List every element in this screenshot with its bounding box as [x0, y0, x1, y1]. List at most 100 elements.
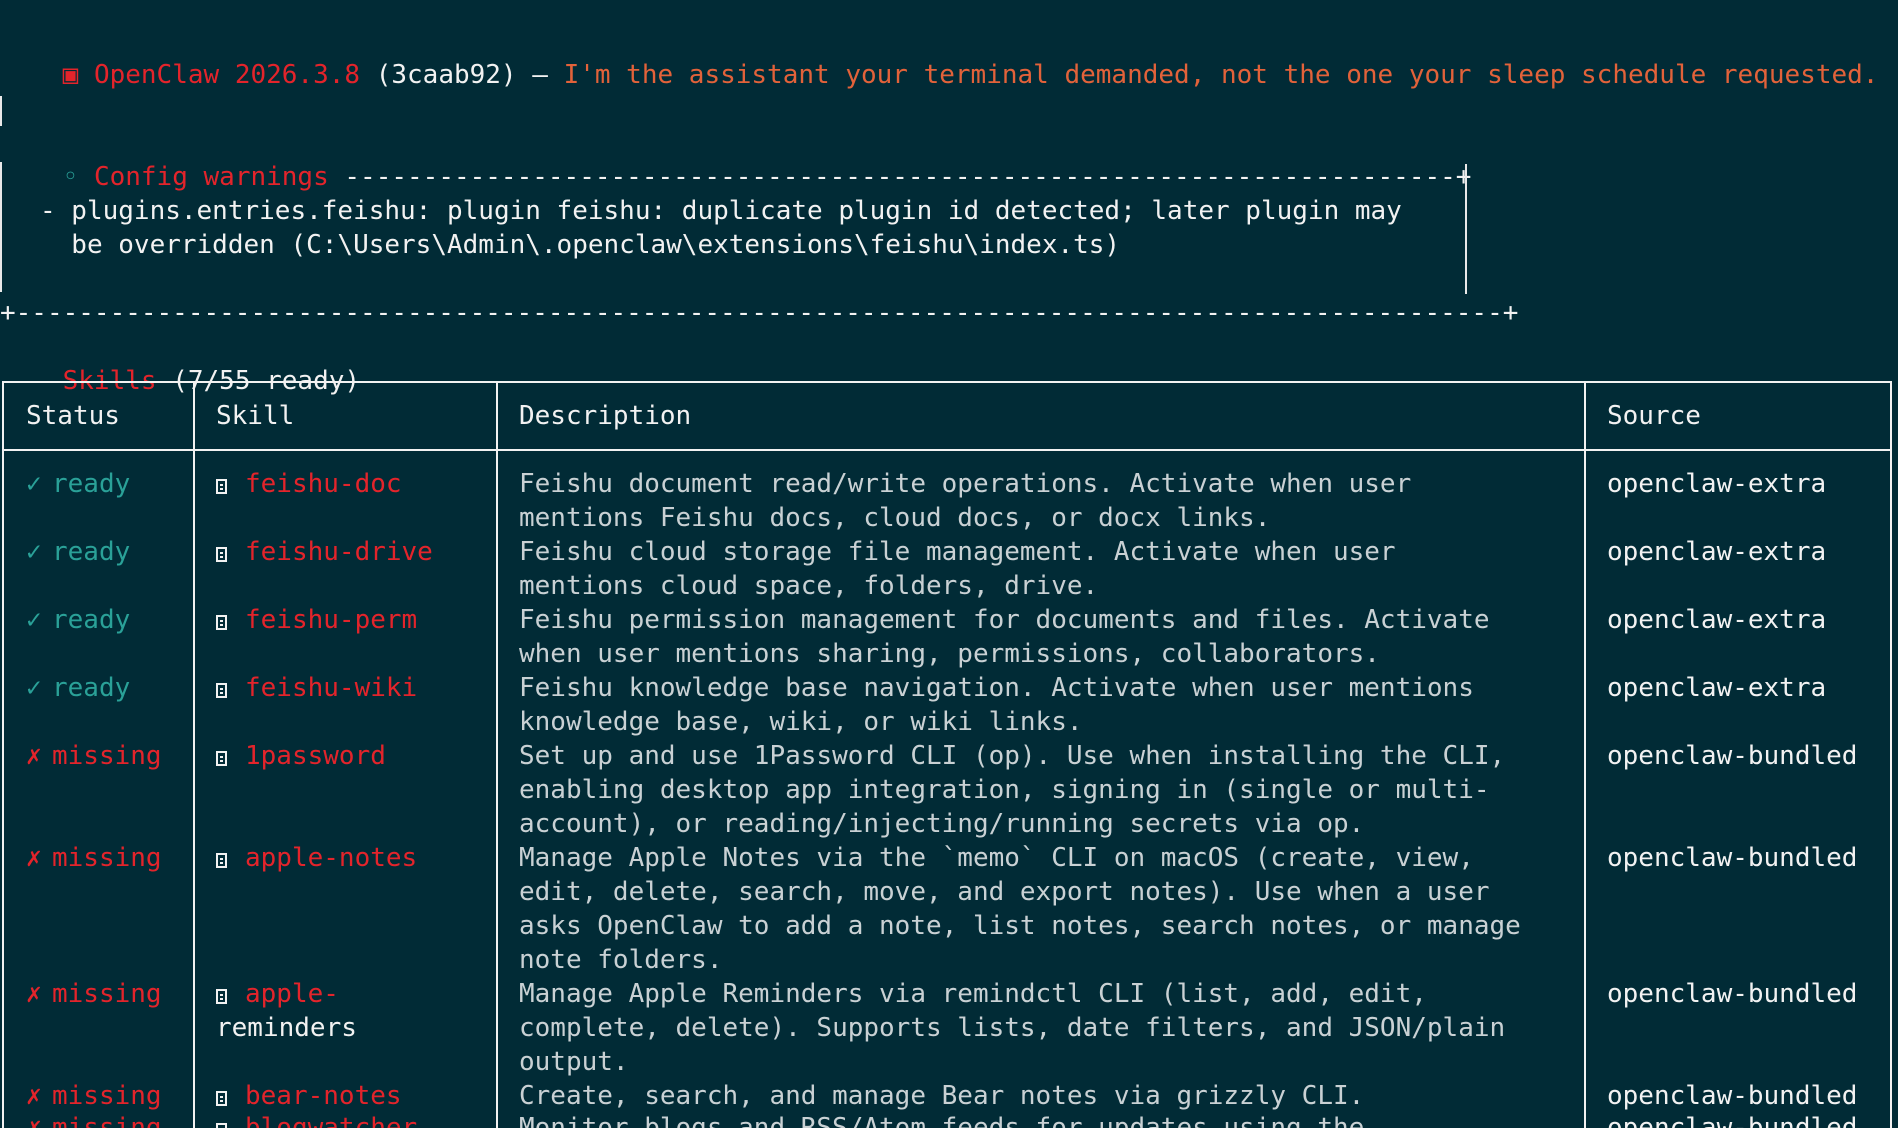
lobster-icon: ▣ [62, 60, 94, 90]
skill-description-line: Manage Apple Notes via the `memo` CLI on… [519, 843, 1474, 873]
check-icon: ✓ [26, 673, 42, 703]
package-icon [216, 853, 227, 868]
table-row-skill[interactable]: bear-notes [216, 1079, 402, 1113]
commit-hash: (3caab92) [375, 60, 517, 90]
check-icon: ✓ [26, 537, 42, 567]
warning-line-1: - plugins.entries.feishu: plugin feishu:… [40, 196, 1402, 226]
cross-icon: ✗ [26, 1081, 42, 1111]
skill-description-line: Feishu cloud storage file management. Ac… [519, 537, 1396, 567]
status-text: missing [52, 1113, 162, 1128]
table-row-skill[interactable]: feishu-wiki [216, 671, 417, 705]
table-row-status: ✗ missing [26, 1079, 162, 1113]
skill-source: openclaw-extra [1607, 605, 1827, 635]
skill-description-line: mentions cloud space, folders, drive. [519, 571, 1099, 601]
skill-source: openclaw-extra [1607, 469, 1827, 499]
skill-name: 1password [245, 741, 386, 771]
banner-line: ▣ OpenClaw 2026.3.8 (3caab92) — I'm the … [0, 24, 1879, 90]
cross-icon: ✗ [26, 979, 42, 1009]
skill-description-line: when user mentions sharing, permissions,… [519, 639, 1380, 669]
terminal-window: ▣ OpenClaw 2026.3.8 (3caab92) — I'm the … [0, 0, 1898, 1128]
table-row-status: ✗ missing [26, 1111, 162, 1128]
banner-dash: — [532, 60, 548, 90]
skill-source: openclaw-bundled [1607, 979, 1858, 1009]
cross-icon: ✗ [26, 1113, 42, 1128]
status-text: ready [52, 673, 131, 703]
table-row-skill[interactable]: feishu-doc [216, 467, 402, 501]
box-right-border [1465, 164, 1467, 294]
column-divider [193, 383, 195, 1128]
skill-description-line: asks OpenClaw to add a note, list notes,… [519, 911, 1521, 941]
column-header-source[interactable]: Source [1607, 399, 1701, 433]
skill-description-line: output. [519, 1047, 629, 1077]
skill-description-line: knowledge base, wiki, or wiki links. [519, 707, 1083, 737]
app-version: OpenClaw 2026.3.8 [93, 60, 361, 90]
check-icon: ✓ [26, 469, 42, 499]
status-text: missing [52, 843, 162, 873]
table-row-skill[interactable]: 1password [216, 739, 386, 773]
skill-name: feishu-wiki [245, 673, 418, 703]
skill-name: apple- [245, 979, 339, 1009]
skill-source: openclaw-extra [1607, 673, 1827, 703]
skill-name-continued: reminders [216, 1013, 357, 1043]
skill-source: openclaw-bundled [1607, 1113, 1858, 1128]
skill-source: openclaw-bundled [1607, 1081, 1858, 1111]
column-divider [1584, 383, 1586, 1128]
table-row-status: ✗ missing [26, 739, 162, 773]
package-icon [216, 547, 227, 562]
skill-name: bear-notes [245, 1081, 402, 1111]
skills-header: Skills (7/55 ready) [0, 330, 360, 396]
skill-description-line: Monitor blogs and RSS/Atom feeds for upd… [519, 1113, 1365, 1128]
skill-description-line: Set up and use 1Password CLI (op). Use w… [519, 741, 1506, 771]
config-warnings-title: Config warnings [93, 162, 329, 192]
package-icon [216, 1123, 227, 1128]
table-row-skill[interactable]: apple- [216, 977, 339, 1011]
skill-source: openclaw-extra [1607, 537, 1827, 567]
status-text: missing [52, 1081, 162, 1111]
table-row-skill[interactable]: feishu-drive [216, 535, 433, 569]
table-row-status: ✓ ready [26, 671, 130, 705]
column-divider [496, 383, 498, 1128]
column-header-description[interactable]: Description [519, 399, 691, 433]
skill-description-line: Manage Apple Reminders via remindctl CLI… [519, 979, 1427, 1009]
skill-description-line: Create, search, and manage Bear notes vi… [519, 1081, 1365, 1111]
check-icon: ✓ [26, 605, 42, 635]
config-warnings-header: ◦ Config warnings ----------------------… [62, 162, 1472, 192]
status-text: missing [52, 979, 162, 1009]
package-icon [216, 683, 227, 698]
status-text: ready [52, 537, 131, 567]
package-icon [216, 479, 227, 494]
package-icon [216, 615, 227, 630]
cross-icon: ✗ [26, 843, 42, 873]
gutter-pipe-2 [0, 162, 2, 292]
package-icon [216, 1091, 227, 1106]
skill-description-line: Feishu permission management for documen… [519, 605, 1490, 635]
status-text: missing [52, 741, 162, 771]
skill-source: openclaw-bundled [1607, 843, 1858, 873]
table-row-status: ✓ ready [26, 535, 130, 569]
skills-table: Status Skill Description Source ✓ ready f… [2, 381, 1892, 1128]
skill-name: feishu-perm [245, 605, 418, 635]
status-text: ready [52, 469, 131, 499]
column-header-status[interactable]: Status [26, 399, 120, 433]
box-bottom-rule: +---------------------------------------… [0, 298, 1519, 328]
table-row-status: ✗ missing [26, 977, 162, 1011]
package-icon [216, 751, 227, 766]
warning-line-2: be overridden (C:\Users\Admin\.openclaw\… [40, 230, 1121, 260]
skill-description-line: Feishu knowledge base navigation. Activa… [519, 673, 1474, 703]
skill-description-line: note folders. [519, 945, 723, 975]
gutter-pipe [0, 96, 2, 126]
skill-description-line: enabling desktop app integration, signin… [519, 775, 1490, 805]
column-header-skill[interactable]: Skill [216, 399, 294, 433]
table-row-skill[interactable]: feishu-perm [216, 603, 417, 637]
skill-description-line: Feishu document read/write operations. A… [519, 469, 1412, 499]
table-row-status: ✓ ready [26, 603, 130, 637]
skill-description-line: edit, delete, search, move, and export n… [519, 877, 1490, 907]
table-row-skill[interactable]: apple-notes [216, 841, 417, 875]
cross-icon: ✗ [26, 741, 42, 771]
table-row-skill[interactable]: blogwatcher [216, 1111, 417, 1128]
skill-description-line: mentions Feishu docs, cloud docs, or doc… [519, 503, 1271, 533]
skill-name: apple-notes [245, 843, 418, 873]
skill-name: feishu-drive [245, 537, 433, 567]
skill-name: feishu-doc [245, 469, 402, 499]
skill-source: openclaw-bundled [1607, 741, 1858, 771]
